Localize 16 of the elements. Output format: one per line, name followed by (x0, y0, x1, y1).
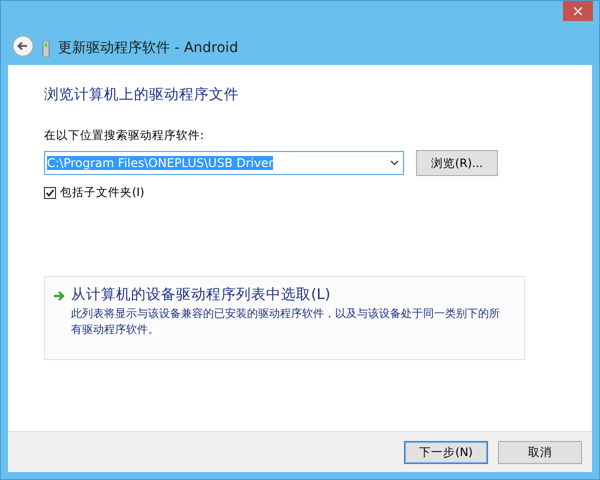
checkbox[interactable] (44, 186, 56, 198)
close-button[interactable]: × (563, 1, 593, 21)
page-heading: 浏览计算机上的驱动程序文件 (44, 86, 240, 104)
option-card[interactable]: 从计算机的设备驱动程序列表中选取(L) 此列表将显示与该设备兼容的已安装的驱动程序软件，以及与该设备处于同一类别下的所有驱动程序软件。 (44, 276, 525, 360)
caret-icon (390, 160, 399, 166)
option-title: 从计算机的设备驱动程序列表中选取(L) (71, 286, 332, 304)
browse-button[interactable]: 浏览(R)... (416, 150, 498, 176)
arrow-icon (53, 290, 65, 302)
next-button[interactable]: 下一步(N) (404, 440, 488, 464)
checkbox-label: 包括子文件夹(I) (60, 185, 144, 200)
device-icon (42, 41, 50, 57)
cancel-button[interactable]: 取消 (498, 440, 582, 464)
search-label: 在以下位置搜索驱动程序软件: (44, 128, 205, 143)
option-description: 此列表将显示与该设备兼容的已安装的驱动程序软件，以及与该设备处于同一类别下的所有驱动程序软件。 (71, 306, 501, 338)
back-icon[interactable] (12, 35, 34, 57)
window-title: 更新驱动程序软件 - Android (58, 39, 238, 57)
